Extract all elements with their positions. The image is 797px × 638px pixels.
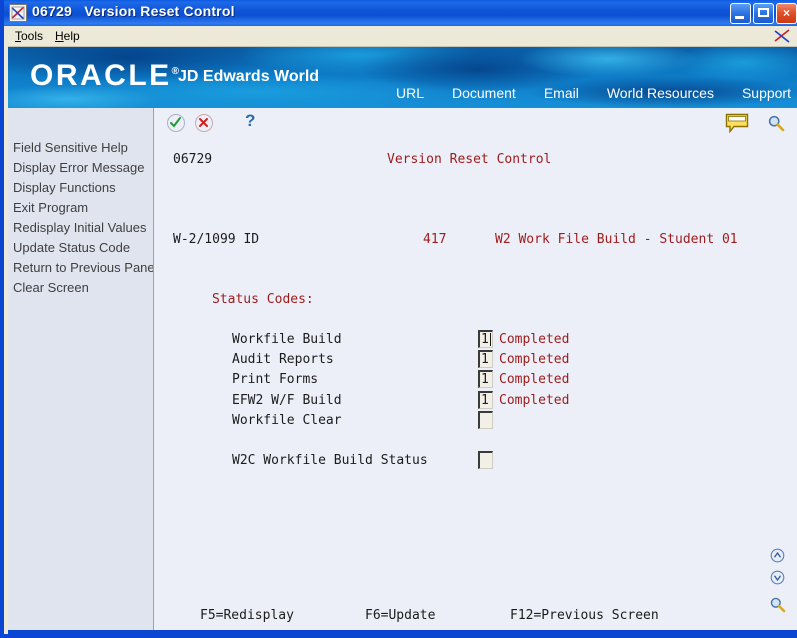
banner-nav: URL Document Email World Resources Suppo… [368, 85, 791, 105]
w2-1099-id-value: 417 [423, 232, 447, 247]
banner-nav-support[interactable]: Support [742, 85, 791, 101]
minimize-button[interactable] [730, 3, 751, 24]
status-text-print-forms: Completed [499, 372, 570, 387]
close-button[interactable]: × [776, 3, 797, 24]
menu-item-help[interactable]: Help [55, 29, 80, 43]
sidebar-item-display-error-message[interactable]: Display Error Message [8, 158, 153, 178]
text-caret [490, 333, 491, 346]
status-codes-heading: Status Codes: [212, 292, 314, 307]
window-frame: 06729 Version Reset Control × Tools Help [0, 0, 797, 638]
status-row-label-efw2-wf-build: EFW2 W/F Build [232, 393, 342, 408]
status-row-label-workfile-build: Workfile Build [232, 332, 342, 347]
jde-swoosh-icon [773, 28, 791, 44]
function-key-bar: F5=Redisplay F6=Update F12=Previous Scre… [155, 608, 797, 624]
sidebar-item-display-functions[interactable]: Display Functions [8, 178, 153, 198]
magnifier-icon[interactable] [767, 114, 785, 132]
banner-nav-document[interactable]: Document [452, 85, 516, 101]
banner-nav-url[interactable]: URL [396, 85, 424, 101]
sidebar-item-update-status-code[interactable]: Update Status Code [8, 238, 153, 258]
status-input-workfile-clear[interactable] [478, 411, 493, 429]
menu-bar: Tools Help [8, 26, 797, 47]
title-bar: 06729 Version Reset Control × [4, 0, 797, 26]
menu-help-label: elp [63, 29, 80, 43]
banner-nav-world-resources[interactable]: World Resources [607, 85, 714, 101]
status-row-label-audit-reports: Audit Reports [232, 352, 334, 367]
banner-nav-email[interactable]: Email [544, 85, 579, 101]
status-text-workfile-build: Completed [499, 332, 570, 347]
form-panel: ? 06729 Version Reset Control W-2/1099 I… [155, 108, 797, 634]
note-bubble-icon[interactable] [725, 113, 749, 134]
window-program-id: 06729 [32, 3, 72, 19]
menu-item-tools[interactable]: Tools [15, 29, 43, 43]
status-input-audit-reports[interactable] [478, 350, 493, 368]
product-name: JD Edwards World [178, 68, 320, 85]
sidebar-item-clear-screen[interactable]: Clear Screen [8, 278, 153, 298]
fkey-f5-redisplay[interactable]: F5=Redisplay [200, 608, 294, 623]
w2c-workfile-build-status-label: W2C Workfile Build Status [232, 453, 428, 468]
w2-1099-id-label: W-2/1099 ID [173, 232, 260, 247]
maximize-button[interactable] [753, 3, 774, 24]
sidebar-item-return-to-previous-panel[interactable]: Return to Previous Panel [8, 258, 153, 278]
fkey-f6-update[interactable]: F6=Update [365, 608, 435, 623]
window-title-text: Version Reset Control [84, 3, 235, 19]
status-text-efw2-wf-build: Completed [499, 393, 570, 408]
screen-title: Version Reset Control [387, 152, 552, 167]
menu-tools-label: ools [21, 29, 44, 43]
w2-1099-id-description: W2 Work File Build - Student 01 [495, 232, 738, 247]
screen-program-id: 06729 [173, 152, 213, 167]
fkey-f12-previous-screen[interactable]: F12=Previous Screen [510, 608, 659, 623]
help-question-icon[interactable]: ? [245, 111, 255, 131]
status-input-efw2-wf-build[interactable] [478, 391, 493, 409]
form-toolbar: ? [155, 108, 797, 140]
content-area: Field Sensitive Help Display Error Messa… [8, 108, 797, 634]
sidebar-item-exit-program[interactable]: Exit Program [8, 198, 153, 218]
status-row-label-workfile-clear: Workfile Clear [232, 413, 342, 428]
w2c-workfile-build-status-input[interactable] [478, 451, 493, 469]
status-text-audit-reports: Completed [499, 352, 570, 367]
window-title: 06729 Version Reset Control [32, 3, 235, 19]
red-x-icon[interactable] [195, 114, 213, 132]
application-window: 06729 Version Reset Control × Tools Help [0, 0, 797, 638]
oracle-logo: ORACLE® [30, 59, 179, 93]
jde-app-icon [9, 4, 27, 22]
oracle-wordmark: ORACLE [30, 59, 172, 92]
page-up-icon[interactable] [770, 548, 785, 563]
sidebar-item-field-sensitive-help[interactable]: Field Sensitive Help [8, 138, 153, 158]
oracle-banner: ORACLE® JD Edwards World URL Document Em… [8, 47, 797, 108]
window-controls: × [728, 3, 797, 24]
page-down-icon[interactable] [770, 570, 785, 585]
status-row-label-print-forms: Print Forms [232, 372, 319, 387]
exit-menu-sidebar: Field Sensitive Help Display Error Messa… [8, 108, 154, 634]
green-check-icon[interactable] [167, 114, 185, 132]
sidebar-item-redisplay-initial-values[interactable]: Redisplay Initial Values [8, 218, 153, 238]
window-status-strip [8, 630, 797, 634]
status-input-print-forms[interactable] [478, 370, 493, 388]
